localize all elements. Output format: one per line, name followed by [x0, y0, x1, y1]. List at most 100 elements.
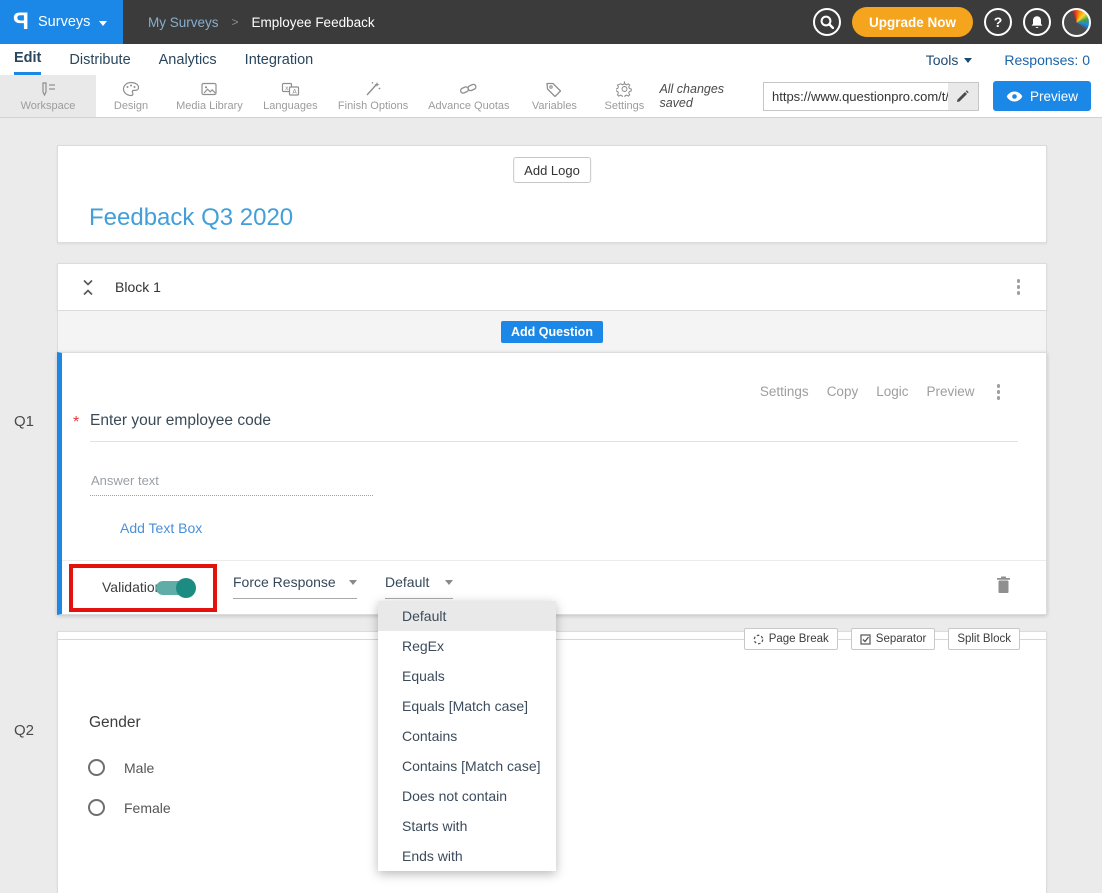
menu-item-equals-match-case[interactable]: Equals [Match case] — [378, 691, 556, 721]
menu-item-regex[interactable]: RegEx — [378, 631, 556, 661]
tag-icon — [545, 81, 563, 97]
translate-icon: xA — [281, 81, 300, 97]
add-logo-button[interactable]: Add Logo — [513, 157, 591, 183]
block-title[interactable]: Block 1 — [115, 279, 161, 295]
question-settings-link[interactable]: Settings — [760, 384, 809, 399]
toolbar-item-label: Languages — [263, 100, 317, 112]
question-1-text[interactable]: Enter your employee code — [90, 412, 271, 430]
gear-icon — [616, 81, 633, 97]
question-copy-link[interactable]: Copy — [827, 384, 859, 399]
user-avatar[interactable] — [1062, 8, 1091, 37]
block-collapse-button[interactable] — [82, 279, 94, 296]
toolbar-right-group: All changes saved Preview — [659, 75, 1102, 117]
search-icon — [820, 15, 834, 29]
answer-text-input[interactable] — [90, 473, 373, 496]
tab-edit[interactable]: Edit — [14, 44, 41, 75]
menu-item-contains[interactable]: Contains — [378, 721, 556, 751]
toolbar-item-workspace[interactable]: Workspace — [0, 75, 96, 117]
toolbar-item-label: Variables — [532, 100, 577, 112]
save-status-text: All changes saved — [659, 82, 749, 110]
breadcrumb: My Surveys > Employee Feedback — [148, 15, 375, 30]
menu-item-ends-with[interactable]: Ends with — [378, 841, 556, 871]
required-asterisk: * — [73, 414, 79, 432]
force-response-label: Force Response — [233, 574, 336, 590]
toolbar-item-variables[interactable]: Variables — [519, 75, 589, 117]
question-preview-link[interactable]: Preview — [926, 384, 974, 399]
question-text-underline — [90, 441, 1018, 442]
toolbar-item-design[interactable]: Design — [96, 75, 166, 117]
questionpro-logo-icon: P — [13, 10, 29, 34]
edit-url-button[interactable] — [948, 83, 978, 110]
workspace-icon — [39, 81, 57, 97]
toolbar-item-label: Finish Options — [338, 100, 408, 112]
responses-count-link[interactable]: Responses: 0 — [1004, 52, 1090, 68]
split-block-label: Split Block — [957, 633, 1011, 645]
option-label: Female — [124, 800, 171, 816]
add-text-box-link[interactable]: Add Text Box — [120, 520, 202, 536]
question-2-text[interactable]: Gender — [89, 714, 141, 732]
trash-icon — [996, 576, 1011, 594]
toolbar-item-finish-options[interactable]: Finish Options — [328, 75, 418, 117]
menu-item-equals[interactable]: Equals — [378, 661, 556, 691]
page-break-label: Page Break — [769, 633, 829, 645]
notifications-button[interactable] — [1023, 8, 1051, 36]
editor-toolbar: Workspace Design Media Library xA Langua… — [0, 75, 1102, 118]
tabs-right-group: Tools Responses: 0 — [926, 52, 1102, 68]
question-logic-link[interactable]: Logic — [876, 384, 908, 399]
validation-type-value: Default — [385, 574, 429, 590]
validation-toggle[interactable] — [156, 581, 195, 595]
tools-dropdown[interactable]: Tools — [926, 52, 973, 68]
toolbar-item-label: Settings — [605, 100, 645, 112]
force-response-dropdown[interactable]: Force Response — [233, 574, 357, 599]
validation-type-menu: Default RegEx Equals Equals [Match case]… — [378, 601, 556, 871]
toolbar-item-settings[interactable]: Settings — [589, 75, 659, 117]
pencil-icon — [956, 90, 969, 103]
tab-distribute[interactable]: Distribute — [69, 44, 130, 75]
toolbar-item-advance-quotas[interactable]: Advance Quotas — [418, 75, 519, 117]
answer-option-male: Male — [88, 759, 154, 776]
question-1-number: Q1 — [14, 413, 34, 430]
split-block-button[interactable]: Split Block — [948, 628, 1020, 650]
radio-button[interactable] — [88, 759, 105, 776]
block-menu-button[interactable] — [1013, 275, 1025, 299]
toolbar-item-label: Design — [114, 100, 148, 112]
option-label: Male — [124, 760, 154, 776]
block-header: Block 1 — [57, 263, 1047, 311]
toggle-knob — [176, 578, 196, 598]
question-menu-button[interactable] — [993, 380, 1005, 404]
validation-type-dropdown[interactable]: Default — [385, 574, 453, 599]
menu-item-contains-match-case[interactable]: Contains [Match case] — [378, 751, 556, 781]
chevron-down-icon — [349, 580, 357, 585]
survey-url-input[interactable] — [764, 83, 948, 110]
toolbar-item-media-library[interactable]: Media Library — [166, 75, 253, 117]
tools-label: Tools — [926, 52, 959, 68]
top-navigation-bar: P Surveys My Surveys > Employee Feedback… — [0, 0, 1102, 44]
menu-item-starts-with[interactable]: Starts with — [378, 811, 556, 841]
search-button[interactable] — [813, 8, 841, 36]
delete-question-button[interactable] — [996, 576, 1011, 599]
menu-item-does-not-contain[interactable]: Does not contain — [378, 781, 556, 811]
help-button[interactable]: ? — [984, 8, 1012, 36]
separator-label: Separator — [876, 633, 927, 645]
collapse-chevrons-icon — [82, 279, 94, 296]
tab-analytics[interactable]: Analytics — [159, 44, 217, 75]
breadcrumb-separator: > — [232, 15, 239, 29]
menu-item-default[interactable]: Default — [378, 601, 556, 631]
product-switcher[interactable]: P Surveys — [0, 0, 123, 44]
tab-integration[interactable]: Integration — [245, 44, 314, 75]
add-question-button[interactable]: Add Question — [501, 321, 603, 343]
chevron-down-icon — [964, 58, 972, 63]
survey-title[interactable]: Feedback Q3 2020 — [89, 204, 293, 232]
separator-button[interactable]: Separator — [851, 628, 936, 650]
toolbar-item-label: Advance Quotas — [428, 100, 509, 112]
toolbar-item-languages[interactable]: xA Languages — [253, 75, 328, 117]
preview-label: Preview — [1030, 89, 1078, 104]
breadcrumb-my-surveys[interactable]: My Surveys — [148, 15, 219, 30]
design-palette-icon — [122, 81, 140, 97]
radio-button[interactable] — [88, 799, 105, 816]
upgrade-now-button[interactable]: Upgrade Now — [852, 7, 973, 37]
breadcrumb-current-survey: Employee Feedback — [252, 15, 375, 30]
page-break-button[interactable]: Page Break — [744, 628, 838, 650]
answer-option-female: Female — [88, 799, 171, 816]
preview-button[interactable]: Preview — [993, 81, 1091, 111]
